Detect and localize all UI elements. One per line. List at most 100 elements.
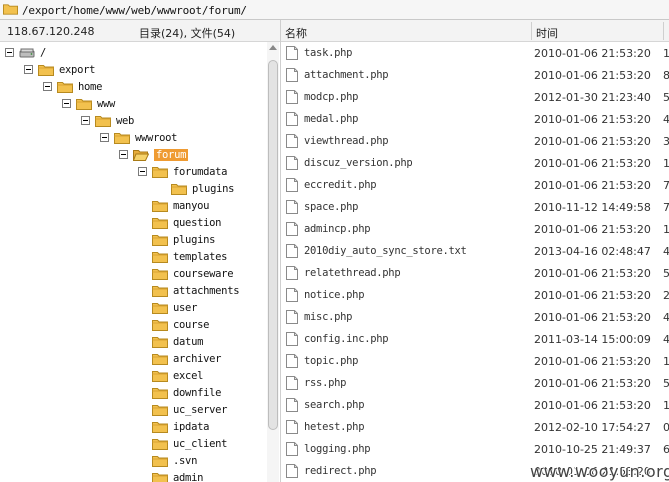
file-size: 7 <box>663 201 669 214</box>
file-row[interactable]: discuz_version.php 2010-01-06 21:53:20 1 <box>281 152 669 174</box>
collapse-toggle-icon[interactable] <box>100 133 109 142</box>
file-row[interactable]: search.php 2010-01-06 21:53:20 1 <box>281 394 669 416</box>
tree-node[interactable]: attachments <box>152 282 240 299</box>
tree-node[interactable]: templates <box>152 248 228 265</box>
file-time: 2010-01-06 21:53:20 <box>534 179 651 192</box>
tree-node[interactable]: question <box>152 214 221 231</box>
file-row[interactable]: medal.php 2010-01-06 21:53:20 4 <box>281 108 669 130</box>
file-name: medal.php <box>304 113 359 125</box>
path-text[interactable]: /export/home/www/web/wwwroot/forum/ <box>22 4 247 17</box>
tree-node[interactable]: archiver <box>152 350 221 367</box>
file-row[interactable]: relatethread.php 2010-01-06 21:53:20 5 <box>281 262 669 284</box>
file-icon <box>286 244 298 258</box>
tree-node[interactable]: course <box>152 316 209 333</box>
column-separator[interactable] <box>663 22 664 40</box>
tree-node[interactable]: plugins <box>152 231 215 248</box>
tree-node[interactable]: excel <box>152 367 203 384</box>
tree-node-label: web <box>116 114 135 127</box>
tree-node[interactable]: / <box>5 44 46 61</box>
file-row[interactable]: space.php 2010-11-12 14:49:58 7 <box>281 196 669 218</box>
tree-node[interactable]: www <box>62 95 115 112</box>
scroll-up-icon[interactable] <box>269 45 277 50</box>
folder-icon <box>152 285 168 297</box>
tree-node[interactable]: .svn <box>152 452 197 469</box>
folder-icon <box>38 64 54 76</box>
file-row[interactable]: topic.php 2010-01-06 21:53:20 1 <box>281 350 669 372</box>
file-name: config.inc.php <box>304 333 389 345</box>
tree-node-label: templates <box>173 250 228 263</box>
file-row[interactable]: attachment.php 2010-01-06 21:53:20 8 <box>281 64 669 86</box>
file-icon <box>286 442 298 456</box>
column-separator[interactable] <box>531 22 532 40</box>
file-icon <box>286 46 298 60</box>
file-row[interactable]: config.inc.php 2011-03-14 15:00:09 4 <box>281 328 669 350</box>
tree-node[interactable]: forum <box>119 146 189 163</box>
folder-icon <box>152 472 168 482</box>
file-row[interactable]: misc.php 2010-01-06 21:53:20 4 <box>281 306 669 328</box>
file-row[interactable]: 2010diy_auto_sync_store.txt 2013-04-16 02… <box>281 240 669 262</box>
file-list-header: 名称 时间 <box>281 20 669 42</box>
folder-icon <box>152 438 168 450</box>
file-size: 8 <box>663 69 669 82</box>
path-bar[interactable]: /export/home/www/web/wwwroot/forum/ <box>0 0 669 20</box>
file-size: 7 <box>663 179 669 192</box>
file-time: 2010-01-06 21:53:20 <box>534 157 651 170</box>
file-row[interactable]: logging.php 2010-10-25 21:49:37 6 <box>281 438 669 460</box>
file-name: admincp.php <box>304 223 371 235</box>
file-row[interactable]: hetest.php 2012-02-10 17:54:27 0 <box>281 416 669 438</box>
collapse-toggle-icon[interactable] <box>81 116 90 125</box>
folder-icon <box>171 183 187 195</box>
collapse-toggle-icon[interactable] <box>24 65 33 74</box>
tree-node[interactable]: user <box>152 299 197 316</box>
file-name: 2010diy_auto_sync_store.txt <box>304 245 467 257</box>
collapse-toggle-icon[interactable] <box>5 48 14 57</box>
collapse-toggle-icon[interactable] <box>119 150 128 159</box>
file-row[interactable]: task.php 2010-01-06 21:53:20 1 <box>281 42 669 64</box>
tree-node-label: attachments <box>173 284 240 297</box>
tree-node[interactable]: forumdata <box>138 163 228 180</box>
file-name: hetest.php <box>304 421 365 433</box>
file-size: 1 <box>663 399 669 412</box>
tree-node[interactable]: wwwroot <box>100 129 177 146</box>
tree-node[interactable]: manyou <box>152 197 209 214</box>
file-time: 2010-01-06 21:53:20 <box>534 135 651 148</box>
tree-node[interactable]: export <box>24 61 95 78</box>
file-size: 6 <box>663 443 669 456</box>
tree-node[interactable]: uc_server <box>152 401 228 418</box>
file-row[interactable]: viewthread.php 2010-01-06 21:53:20 3 <box>281 130 669 152</box>
file-icon <box>286 200 298 214</box>
file-row[interactable]: eccredit.php 2010-01-06 21:53:20 7 <box>281 174 669 196</box>
tree-node[interactable]: home <box>43 78 102 95</box>
file-name: rss.php <box>304 377 347 389</box>
collapse-toggle-icon[interactable] <box>138 167 147 176</box>
file-row[interactable]: notice.php 2010-01-06 21:53:20 2 <box>281 284 669 306</box>
tree-node[interactable]: admin <box>152 469 203 482</box>
folder-icon <box>152 251 168 263</box>
file-time: 2010-01-06 21:53:20 <box>534 377 651 390</box>
tree-node[interactable]: datum <box>152 333 203 350</box>
tree-node-label: forum <box>154 148 189 161</box>
tree-node[interactable]: ipdata <box>152 418 209 435</box>
scroll-thumb[interactable] <box>268 60 278 430</box>
tree-node[interactable]: uc_client <box>152 435 228 452</box>
file-name: topic.php <box>304 355 359 367</box>
tree-node[interactable]: plugins <box>171 180 234 197</box>
file-row[interactable]: admincp.php 2010-01-06 21:53:20 1 <box>281 218 669 240</box>
tree-node[interactable]: downfile <box>152 384 221 401</box>
file-icon <box>286 156 298 170</box>
collapse-toggle-icon[interactable] <box>43 82 52 91</box>
file-size: 1 <box>663 355 669 368</box>
file-icon <box>286 398 298 412</box>
tree-node[interactable]: web <box>81 112 134 129</box>
collapse-toggle-icon[interactable] <box>62 99 71 108</box>
tree-node-label: downfile <box>173 386 222 399</box>
tree-node-label: archiver <box>173 352 222 365</box>
file-row[interactable]: modcp.php 2012-01-30 21:23:40 5 <box>281 86 669 108</box>
tree-node[interactable]: courseware <box>152 265 234 282</box>
column-time[interactable]: 时间 <box>536 25 558 41</box>
file-row[interactable]: rss.php 2010-01-06 21:53:20 5 <box>281 372 669 394</box>
file-name: logging.php <box>304 443 371 455</box>
file-time: 2012-01-30 21:23:40 <box>534 91 651 104</box>
column-name[interactable]: 名称 <box>285 25 307 41</box>
tree-scrollbar[interactable] <box>267 42 279 482</box>
